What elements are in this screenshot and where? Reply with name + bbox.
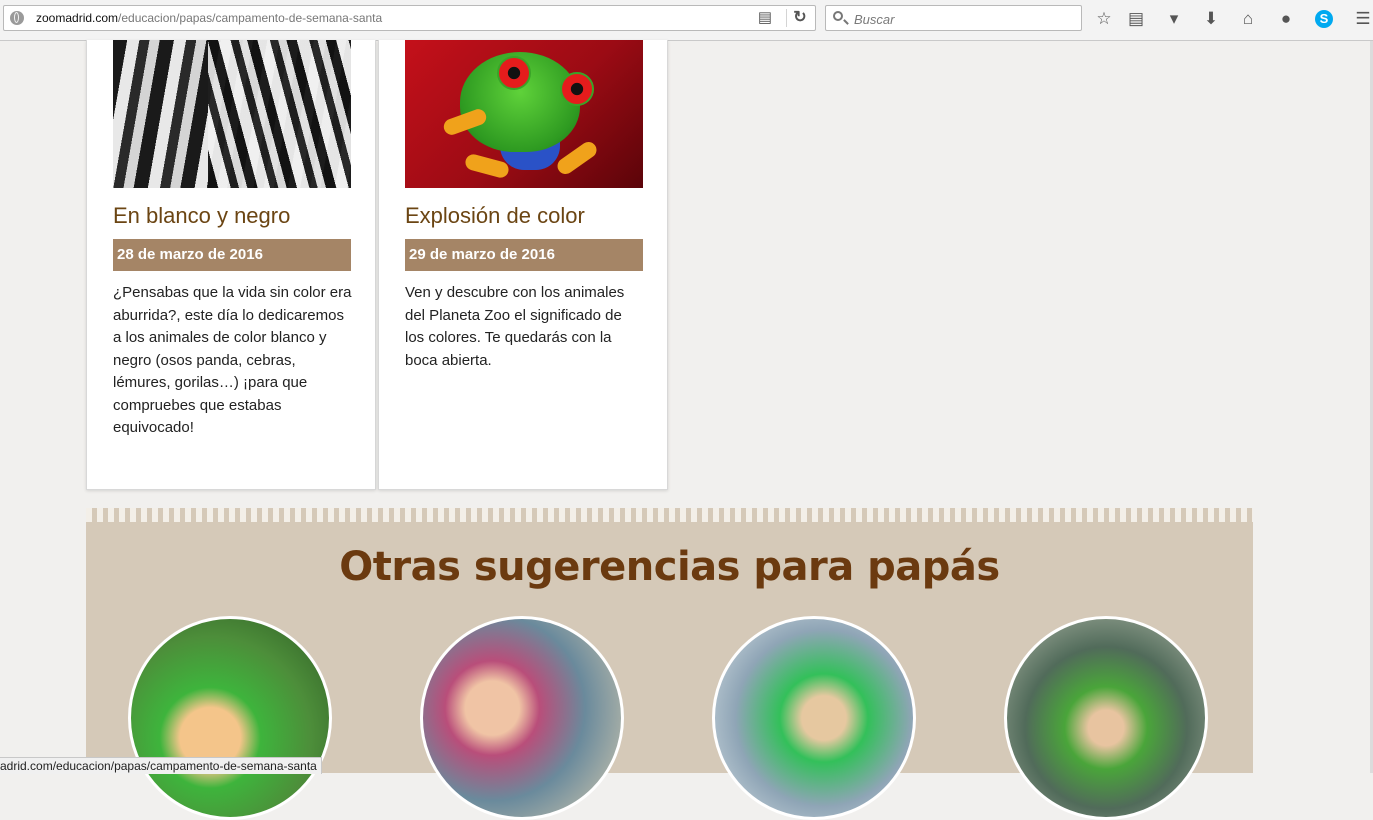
reload-icon[interactable]: ↻ [791, 9, 809, 27]
reading-list-icon[interactable]: ▤ [1125, 8, 1147, 30]
skype-icon[interactable]: S [1315, 10, 1333, 28]
status-bar-url: adrid.com/educacion/papas/campamento-de-… [0, 757, 322, 774]
reader-view-icon[interactable]: ▤ [755, 9, 775, 27]
bookmark-star-icon[interactable]: ☆ [1093, 8, 1115, 30]
suggestion-image[interactable] [420, 616, 624, 820]
activity-date: 29 de marzo de 2016 [405, 239, 643, 271]
chat-icon[interactable]: ● [1275, 8, 1297, 30]
url-host: zoomadrid.com [36, 11, 119, 25]
pocket-icon[interactable]: ▾ [1163, 8, 1185, 30]
search-input[interactable] [852, 9, 1076, 29]
search-icon [833, 11, 843, 21]
activity-card: Explosión de color 29 de marzo de 2016 V… [378, 40, 668, 490]
frog-image-part [497, 56, 531, 90]
suggestions-title: Otras sugerencias para papás [339, 544, 1000, 590]
suggestion-image[interactable] [1004, 616, 1208, 820]
frog-image-part [554, 138, 600, 178]
activity-description: Ven y descubre con los animales del Plan… [405, 284, 625, 369]
stitched-border [86, 508, 1253, 522]
activity-date: 28 de marzo de 2016 [113, 239, 351, 271]
suggestion-image[interactable] [712, 616, 916, 820]
frog-image-part [560, 72, 594, 106]
activity-title: Explosión de color [405, 203, 585, 228]
url-text[interactable]: zoomadrid.com/educacion/papas/campamento… [36, 11, 382, 25]
suggestion-image[interactable] [128, 616, 332, 820]
menu-icon[interactable]: ☰ [1352, 8, 1373, 30]
suggestions-section: Otras sugerencias para papás [86, 508, 1253, 820]
zebra-image [113, 40, 351, 188]
url-bar[interactable]: zoomadrid.com/educacion/papas/campamento… [3, 5, 816, 31]
url-separator [786, 9, 787, 27]
url-path: /educacion/papas/campamento-de-semana-sa… [118, 11, 383, 25]
download-icon[interactable]: ⬇ [1200, 8, 1222, 30]
globe-icon[interactable] [10, 11, 24, 25]
browser-toolbar: zoomadrid.com/educacion/papas/campamento… [0, 0, 1373, 41]
activity-title: En blanco y negro [113, 203, 291, 228]
frog-image [405, 40, 643, 188]
home-icon[interactable]: ⌂ [1237, 8, 1259, 30]
activity-card: En blanco y negro 28 de marzo de 2016 ¿P… [86, 40, 376, 490]
search-bar[interactable] [825, 5, 1082, 31]
activity-description: ¿Pensabas que la vida sin color era abur… [113, 284, 352, 436]
